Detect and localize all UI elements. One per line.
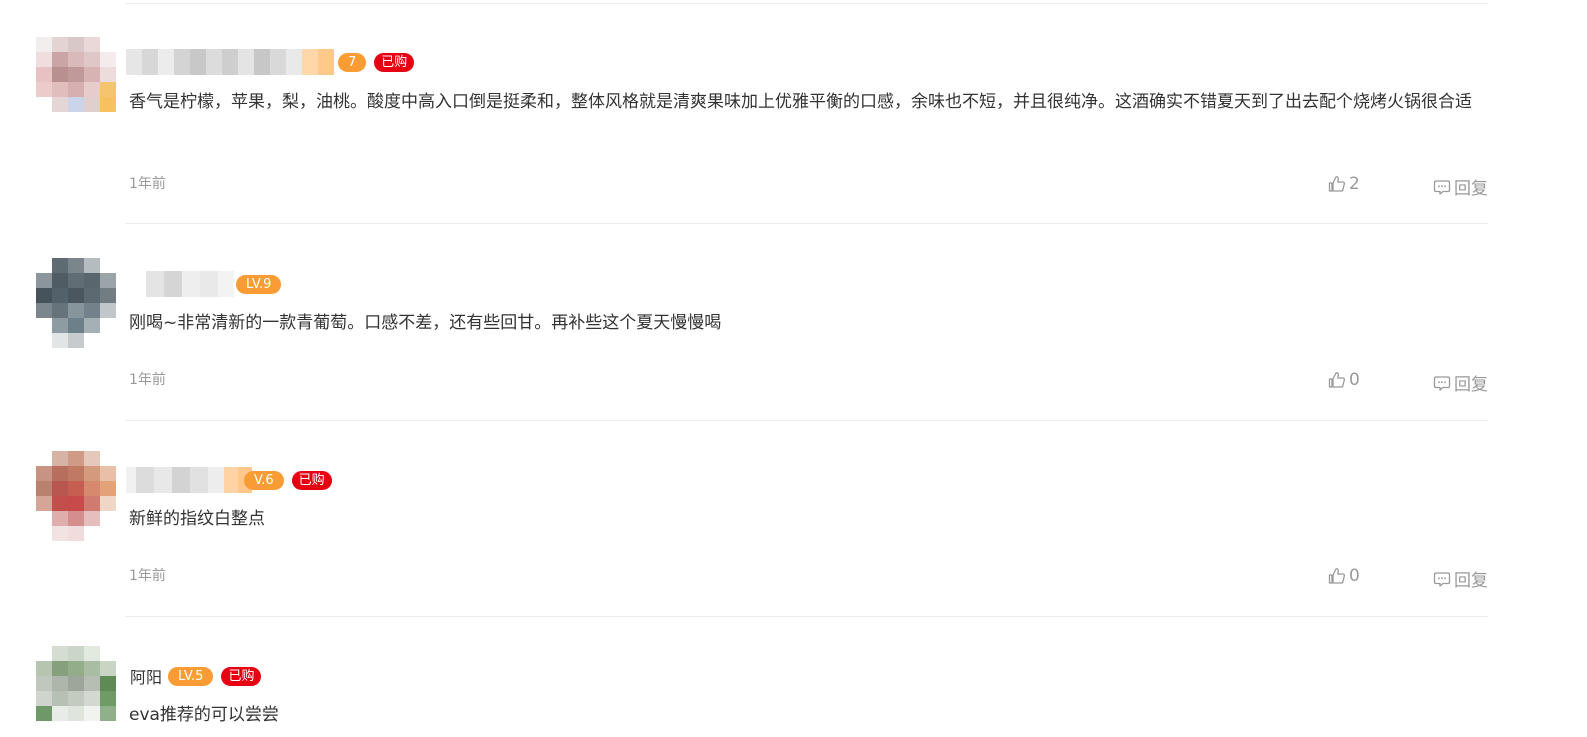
reply-button[interactable]: 回复 xyxy=(1432,174,1488,199)
like-count: 0 xyxy=(1349,370,1360,390)
user-avatar[interactable] xyxy=(36,646,116,736)
user-avatar[interactable] xyxy=(36,37,116,127)
user-avatar[interactable] xyxy=(36,451,116,541)
thumbs-up-icon xyxy=(1328,176,1346,192)
user-avatar[interactable] xyxy=(36,258,116,348)
user-nickname[interactable]: 阿阳 xyxy=(130,664,162,688)
comment-content: eva推荐的可以尝尝 xyxy=(129,705,279,725)
reply-button[interactable]: 回复 xyxy=(1432,566,1488,591)
bought-badge: 已购 xyxy=(291,470,332,490)
level-badge: LV.9 xyxy=(236,274,282,294)
comment-content: 刚喝~非常清新的一款青葡萄。口感不差，还有些回甘。再补些这个夏天慢慢喝 xyxy=(129,313,722,333)
like-button[interactable]: 0 xyxy=(1327,566,1360,586)
user-nickname[interactable] xyxy=(126,467,252,493)
level-badge: V.6 xyxy=(244,470,284,490)
comment-time: 1年前 xyxy=(129,372,166,388)
reply-button[interactable]: 回复 xyxy=(1432,370,1488,395)
thumbs-up-icon xyxy=(1328,568,1346,584)
like-button[interactable]: 2 xyxy=(1327,174,1360,194)
reply-icon xyxy=(1433,375,1451,391)
level-badge: LV.5 xyxy=(168,666,214,686)
comment-divider xyxy=(126,616,1488,617)
user-nickname[interactable] xyxy=(126,49,346,75)
comment-divider xyxy=(126,223,1488,224)
reply-label: 回复 xyxy=(1454,375,1488,395)
like-count: 2 xyxy=(1349,174,1360,194)
name-row: LV.9 xyxy=(126,271,282,297)
bought-badge: 已购 xyxy=(374,52,415,72)
comment-content: 新鲜的指纹白整点 xyxy=(129,509,265,529)
comment-time: 1年前 xyxy=(129,176,166,192)
top-divider xyxy=(126,3,1488,4)
reply-icon xyxy=(1433,179,1451,195)
reply-label: 回复 xyxy=(1454,179,1488,199)
like-count: 0 xyxy=(1349,566,1360,586)
level-badge: 7 xyxy=(338,52,367,72)
name-row: 阿阳 LV.5 已购 xyxy=(126,663,262,689)
comment-content: 香气是柠檬，苹果，梨，油桃。酸度中高入口倒是挺柔和，整体风格就是清爽果味加上优雅… xyxy=(129,92,1472,112)
thumbs-up-icon xyxy=(1328,372,1346,388)
reply-icon xyxy=(1433,571,1451,587)
bought-badge: 已购 xyxy=(221,666,262,686)
user-nickname[interactable] xyxy=(126,271,234,297)
comment-divider xyxy=(126,420,1488,421)
like-button[interactable]: 0 xyxy=(1327,370,1360,390)
reply-label: 回复 xyxy=(1454,571,1488,591)
name-row: 7 已购 xyxy=(126,49,415,75)
comment-time: 1年前 xyxy=(129,568,166,584)
name-row: V.6 已购 xyxy=(126,467,332,493)
